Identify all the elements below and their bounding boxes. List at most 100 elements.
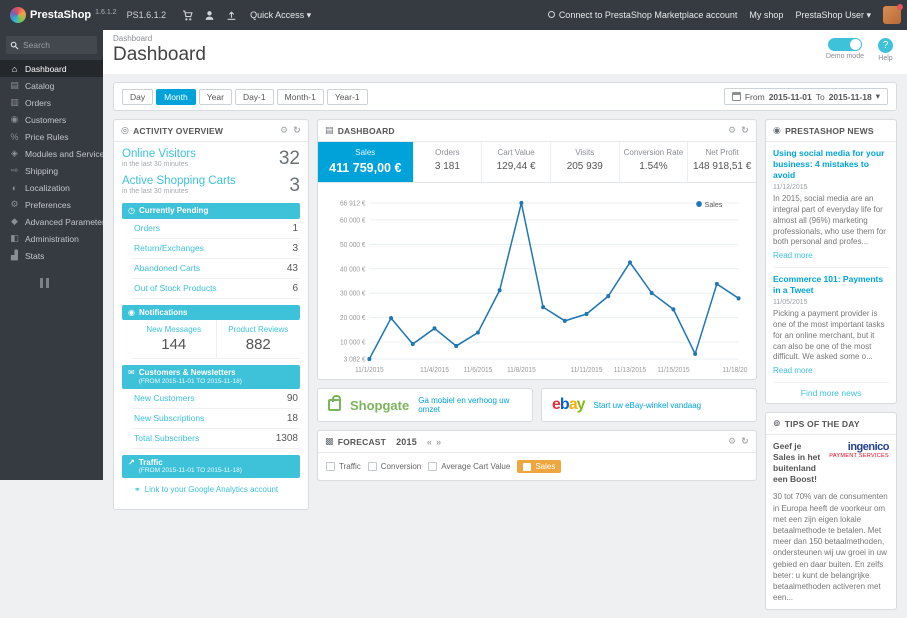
sidebar-item-orders[interactable]: ▥Orders bbox=[0, 94, 103, 111]
kpi-value: 32 bbox=[279, 148, 300, 170]
metric-tab-orders[interactable]: Orders 3 181 bbox=[414, 142, 483, 182]
news-headline[interactable]: Ecommerce 101: Payments in a Tweet bbox=[773, 274, 889, 296]
search-input[interactable] bbox=[23, 40, 87, 50]
my-shop-link[interactable]: My shop bbox=[749, 10, 783, 20]
topbar: PrestaShop 1.6.1.2 PS1.6.1.2 Quick Acces… bbox=[0, 0, 907, 30]
total-subscribers-link[interactable]: Total Subscribers bbox=[134, 433, 199, 443]
abandoned-carts-link[interactable]: Abandoned Carts bbox=[134, 263, 200, 273]
filter-day-1-button[interactable]: Day-1 bbox=[235, 89, 274, 105]
svg-text:66 912 €: 66 912 € bbox=[340, 200, 366, 207]
checkbox-icon bbox=[428, 462, 437, 471]
read-more-link[interactable]: Read more bbox=[773, 366, 813, 375]
orders-link[interactable]: Orders bbox=[134, 223, 160, 233]
user-menu[interactable]: PrestaShop User ▾ bbox=[795, 10, 871, 21]
legend-conversion-checkbox[interactable]: Conversion bbox=[368, 462, 421, 471]
legend-traffic-checkbox[interactable]: Traffic bbox=[326, 462, 361, 471]
filter-month-1-button[interactable]: Month-1 bbox=[277, 89, 324, 105]
metric-tab-conversion-rate[interactable]: Conversion Rate 1.54% bbox=[620, 142, 689, 182]
refresh-icon[interactable]: ↻ bbox=[741, 125, 749, 136]
sidebar-item-catalog[interactable]: ▤Catalog bbox=[0, 77, 103, 94]
home-icon: ⌂ bbox=[9, 64, 20, 74]
ebay-link[interactable]: Start uw eBay-winkel vandaag bbox=[594, 401, 702, 410]
brand-name: PrestaShop bbox=[30, 9, 91, 21]
news-headline[interactable]: Using social media for your business: 4 … bbox=[773, 148, 889, 181]
new-subscriptions-link[interactable]: New Subscriptions bbox=[134, 413, 204, 423]
gear-icon[interactable]: ⚙ bbox=[728, 436, 736, 447]
sales-chart: 66 912 €60 000 €50 000 €40 000 €30 000 €… bbox=[326, 189, 748, 377]
next-year-button[interactable]: » bbox=[436, 437, 441, 447]
sidebar-item-label: Advanced Parameters bbox=[25, 217, 103, 227]
filter-day-button[interactable]: Day bbox=[122, 89, 153, 105]
metric-tab-sales[interactable]: Sales 411 759,00 € bbox=[318, 142, 414, 182]
product-reviews-link[interactable]: Product Reviews bbox=[219, 325, 299, 334]
sidebar-item-modules[interactable]: ◈Modules and Services bbox=[0, 145, 103, 162]
refresh-icon[interactable]: ↻ bbox=[741, 436, 749, 447]
date-from-value: 2015-11-01 bbox=[769, 92, 812, 102]
metric-label: Cart Value bbox=[486, 148, 546, 157]
returns-link[interactable]: Return/Exchanges bbox=[134, 243, 204, 253]
avatar[interactable] bbox=[883, 6, 901, 24]
sidebar-item-customers[interactable]: ◉Customers bbox=[0, 111, 103, 128]
svg-text:11/6/2015: 11/6/2015 bbox=[464, 367, 493, 374]
row-value: 6 bbox=[292, 283, 298, 294]
prestashop-logo[interactable]: PrestaShop 1.6.1.2 bbox=[6, 7, 121, 23]
help-button[interactable]: ? Help bbox=[878, 38, 893, 62]
sidebar-item-advanced-parameters[interactable]: ◆Advanced Parameters bbox=[0, 213, 103, 230]
new-messages-cell: New Messages 144 bbox=[132, 320, 217, 358]
employee-icon[interactable] bbox=[200, 6, 218, 24]
new-customers-link[interactable]: New Customers bbox=[134, 393, 194, 403]
help-icon[interactable]: ? bbox=[878, 38, 893, 53]
metric-tab-net-profit[interactable]: Net Profit 148 918,51 € bbox=[688, 142, 756, 182]
row-value: 18 bbox=[287, 413, 298, 424]
metric-value: 411 759,00 € bbox=[322, 161, 409, 175]
sidebar-item-stats[interactable]: ▟Stats bbox=[0, 247, 103, 264]
metric-label: Orders bbox=[418, 148, 478, 157]
cart-icon[interactable] bbox=[178, 6, 196, 24]
shopgate-link[interactable]: Ga mobiel en verhoog uw omzet bbox=[418, 396, 522, 414]
refresh-icon[interactable]: ↻ bbox=[293, 125, 301, 136]
gear-icon[interactable]: ⚙ bbox=[280, 125, 288, 136]
new-messages-link[interactable]: New Messages bbox=[134, 325, 214, 334]
metric-tab-cart-value[interactable]: Cart Value 129,44 € bbox=[482, 142, 551, 182]
brand-subtext: Payment services bbox=[829, 453, 889, 459]
filter-month-button[interactable]: Month bbox=[156, 89, 196, 105]
sidebar-item-administration[interactable]: ◧Administration bbox=[0, 230, 103, 247]
customers-icon: ◉ bbox=[9, 114, 20, 125]
legend-avg-cart-checkbox[interactable]: Average Cart Value bbox=[428, 462, 510, 471]
metric-tab-visits[interactable]: Visits 205 939 bbox=[551, 142, 620, 182]
svg-text:3 082 €: 3 082 € bbox=[344, 356, 366, 363]
sidebar-search[interactable] bbox=[6, 36, 97, 54]
sidebar-item-preferences[interactable]: ⚙Preferences bbox=[0, 196, 103, 213]
sidebar-item-price-rules[interactable]: %Price Rules bbox=[0, 128, 103, 145]
metric-value: 3 181 bbox=[418, 161, 478, 172]
filter-year-button[interactable]: Year bbox=[199, 89, 232, 105]
quick-access-menu[interactable]: Quick Access ▾ bbox=[250, 10, 311, 21]
sidebar-item-dashboard[interactable]: ⌂ Dashboard bbox=[0, 60, 103, 77]
svg-text:11/8/2015: 11/8/2015 bbox=[507, 367, 536, 374]
upload-icon[interactable] bbox=[222, 6, 240, 24]
sidebar-item-label: Dashboard bbox=[25, 64, 67, 74]
demo-mode-toggle[interactable]: Demo mode bbox=[826, 38, 864, 60]
date-range-picker[interactable]: From 2015-11-01 To 2015-11-18 ▾ bbox=[724, 88, 888, 105]
gear-icon[interactable]: ⚙ bbox=[728, 125, 736, 136]
prev-year-button[interactable]: « bbox=[427, 437, 432, 447]
sidebar-item-localization[interactable]: ◐Localization bbox=[0, 179, 103, 196]
traffic-icon: ↗ bbox=[128, 458, 135, 468]
sidebar-item-label: Modules and Services bbox=[25, 149, 103, 159]
tips-of-the-day-panel: ⊚ TIPS OF THE DAY Geef je Sales in het b… bbox=[765, 412, 897, 610]
read-more-link[interactable]: Read more bbox=[773, 251, 813, 260]
legend-sales-checkbox[interactable]: Sales bbox=[517, 460, 561, 473]
sidebar-collapse-toggle[interactable] bbox=[40, 278, 103, 288]
find-more-news-link[interactable]: Find more news bbox=[773, 382, 889, 403]
svg-text:50 000 €: 50 000 € bbox=[340, 242, 366, 249]
marketplace-link[interactable]: Connect to PrestaShop Marketplace accoun… bbox=[548, 10, 738, 20]
breadcrumb[interactable]: Dashboard bbox=[113, 34, 897, 43]
currently-pending-header: ◷ Currently Pending bbox=[122, 203, 300, 219]
filter-year-1-button[interactable]: Year-1 bbox=[327, 89, 368, 105]
google-analytics-link[interactable]: ⚭ Link to your Google Analytics account bbox=[132, 478, 300, 501]
kpi-label: Online Visitors bbox=[122, 148, 196, 160]
svg-text:11/1/2015: 11/1/2015 bbox=[355, 367, 384, 374]
out-of-stock-link[interactable]: Out of Stock Products bbox=[134, 283, 217, 293]
sidebar-item-shipping[interactable]: ⇨Shipping bbox=[0, 162, 103, 179]
toggle-icon[interactable] bbox=[828, 38, 862, 51]
